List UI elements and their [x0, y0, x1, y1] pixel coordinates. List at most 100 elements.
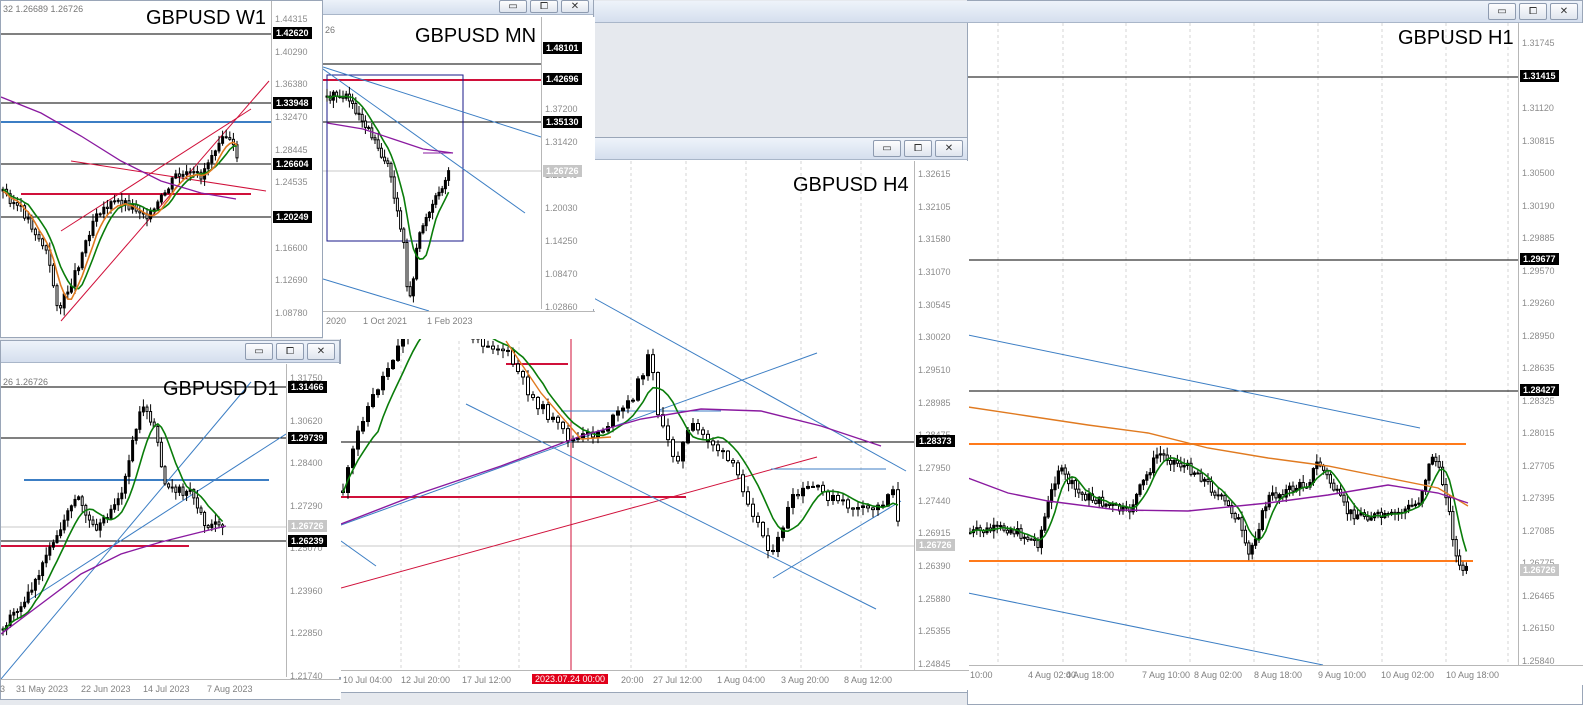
maximize-button[interactable]: ⧠ — [530, 0, 558, 13]
candle-body — [41, 238, 45, 247]
price-tick: 1.27440 — [918, 495, 951, 506]
candle-body — [756, 515, 760, 523]
time-label: 7 Aug 10:00 — [1142, 670, 1191, 680]
candle-body — [33, 228, 37, 236]
candle-body — [791, 494, 795, 508]
price-tick: 1.27085 — [1522, 525, 1555, 536]
candle-body — [167, 483, 171, 488]
price-tick: 1.30500 — [1522, 168, 1555, 179]
moving-average-mid — [2, 141, 238, 301]
maximize-button[interactable]: ⧠ — [1519, 3, 1547, 20]
time-axis-d1[interactable]: 3 31 May 2023 22 Jun 2023 14 Jul 2023 7 Aug … — [0, 679, 341, 699]
candle-body — [601, 430, 605, 433]
price-tick: 1.08470 — [545, 269, 578, 279]
candle-body — [846, 499, 850, 509]
minimize-button[interactable]: ▭ — [245, 343, 273, 360]
candle-body — [170, 486, 174, 489]
candle-body — [1162, 453, 1166, 456]
chart-window-d1[interactable]: ▭ ⧠ ✕ 26 1.26726 GBPUSD D1 1.31750 1.3062… — [0, 340, 341, 700]
candle-body — [113, 504, 117, 510]
ohlc-info-mn: 26 — [325, 25, 336, 35]
candle-body — [91, 519, 95, 525]
candle-body — [177, 486, 181, 493]
candle-body — [886, 494, 890, 507]
time-label: 20:00 — [621, 675, 644, 685]
price-tick: 1.28445 — [275, 144, 308, 155]
candle-body — [361, 421, 365, 432]
price-tick: 1.27290 — [290, 500, 323, 511]
price-axis-d1[interactable]: 1.31750 1.30620 1.28400 1.27290 1.25070 1.239… — [286, 364, 341, 681]
price-tick: 1.28325 — [1522, 395, 1555, 406]
price-tick: 1.30545 — [918, 299, 951, 310]
price-axis-h4[interactable]: 1.32615 1.32105 1.31580 1.31070 1.30545 1.300… — [914, 161, 969, 670]
window-titlebar-mn[interactable]: ▭ ⧠ ✕ — [323, 0, 593, 15]
maximize-button[interactable]: ⧠ — [276, 343, 304, 360]
candle-body — [145, 406, 149, 413]
price-plot-d1[interactable] — [1, 364, 286, 679]
candle-body — [373, 137, 377, 141]
candle-body — [228, 137, 232, 140]
price-plot-h1[interactable] — [968, 23, 1518, 665]
candle-body — [391, 359, 395, 370]
minimize-button[interactable]: ▭ — [1488, 3, 1516, 20]
candle-body — [1019, 528, 1023, 539]
candle-body — [801, 487, 805, 497]
maximize-button[interactable]: ⧠ — [904, 140, 932, 157]
candle-body — [566, 428, 570, 442]
trend-line — [772, 500, 902, 579]
time-axis-h1[interactable]: 10:00 4 Aug 02:00 4 Aug 18:00 7 Aug 10:00 8 … — [968, 665, 1583, 685]
candle-body — [80, 252, 84, 269]
close-button[interactable]: ✕ — [935, 140, 963, 157]
candle-body — [681, 442, 685, 462]
price-tick: 1.44315 — [275, 14, 308, 24]
candle-body — [55, 535, 59, 544]
candle-body — [1254, 538, 1258, 546]
candle-body — [354, 103, 358, 114]
close-button[interactable]: ✕ — [561, 0, 589, 13]
price-tick: 1.29260 — [1522, 298, 1555, 309]
candle-body — [195, 497, 199, 509]
current-price-label: 1.26726 — [916, 539, 955, 551]
chart-title-w1: GBPUSD W1 — [146, 7, 267, 29]
price-plot-w1[interactable] — [1, 1, 271, 339]
candle-body — [711, 440, 715, 446]
candle-body — [831, 494, 835, 501]
time-label: 10 Aug 18:00 — [1446, 670, 1500, 680]
candle-body — [1206, 478, 1210, 483]
price-axis-mn[interactable]: 1.372001.314201.256401.200301.142501.084… — [541, 17, 595, 312]
price-plot-mn[interactable] — [323, 17, 541, 311]
candle-body — [235, 144, 239, 159]
candle-body — [402, 228, 406, 243]
candle-body — [1288, 485, 1292, 491]
price-tick: 1.30190 — [1522, 200, 1555, 211]
minimize-button[interactable]: ▭ — [873, 140, 901, 157]
price-tick: 1.30815 — [1522, 135, 1555, 146]
chart-window-h1[interactable]: ▭ ⧠ ✕ GBPUSD H1 1.317451.314151.311201.3… — [1, 0, 1583, 705]
candle-body — [109, 201, 113, 209]
time-axis-h4[interactable]: 10 Jul 04:00 12 Jul 20:00 17 Jul 12:00 2023… — [341, 670, 969, 690]
chart-window-w1[interactable]: 32 1.26689 1.26726 GBPUSD W1 1.44315 1.40… — [0, 0, 323, 339]
price-axis-w1[interactable]: 1.44315 1.40290 1.36380 1.32470 1.28445 1.245… — [271, 1, 323, 337]
time-label: 10 Aug 02:00 — [1381, 670, 1435, 680]
price-tick: 1.20030 — [545, 203, 578, 213]
time-axis-mn[interactable]: 2020 1 Oct 2021 1 Feb 2023 — [323, 311, 595, 339]
minimize-button[interactable]: ▭ — [499, 0, 527, 13]
price-tick: 1.12690 — [275, 275, 308, 286]
candle-body — [351, 100, 355, 105]
chart-title-h4: GBPUSD H4 — [793, 174, 909, 196]
chart-title-mn: GBPUSD MN — [415, 25, 537, 47]
candle-body — [41, 562, 45, 577]
price-axis-h1[interactable]: 1.31745 1.31415 1.31120 1.30815 1.30500 1.301… — [1518, 23, 1583, 684]
candle-body — [149, 411, 153, 423]
candle-body — [641, 375, 645, 380]
candle-body — [701, 429, 705, 435]
candle-body — [224, 136, 228, 139]
price-tick: 1.30020 — [918, 332, 951, 343]
close-button[interactable]: ✕ — [1550, 3, 1578, 20]
window-titlebar-d1[interactable]: ▭ ⧠ ✕ — [1, 341, 339, 363]
close-button[interactable]: ✕ — [307, 343, 335, 360]
trend-line — [25, 433, 286, 603]
candle-body — [206, 525, 210, 529]
candle-body — [26, 217, 30, 220]
chart-window-mn[interactable]: ▭ ⧠ ✕ 26 GBPUSD MN 1.372001.314201.25640… — [322, 0, 595, 339]
